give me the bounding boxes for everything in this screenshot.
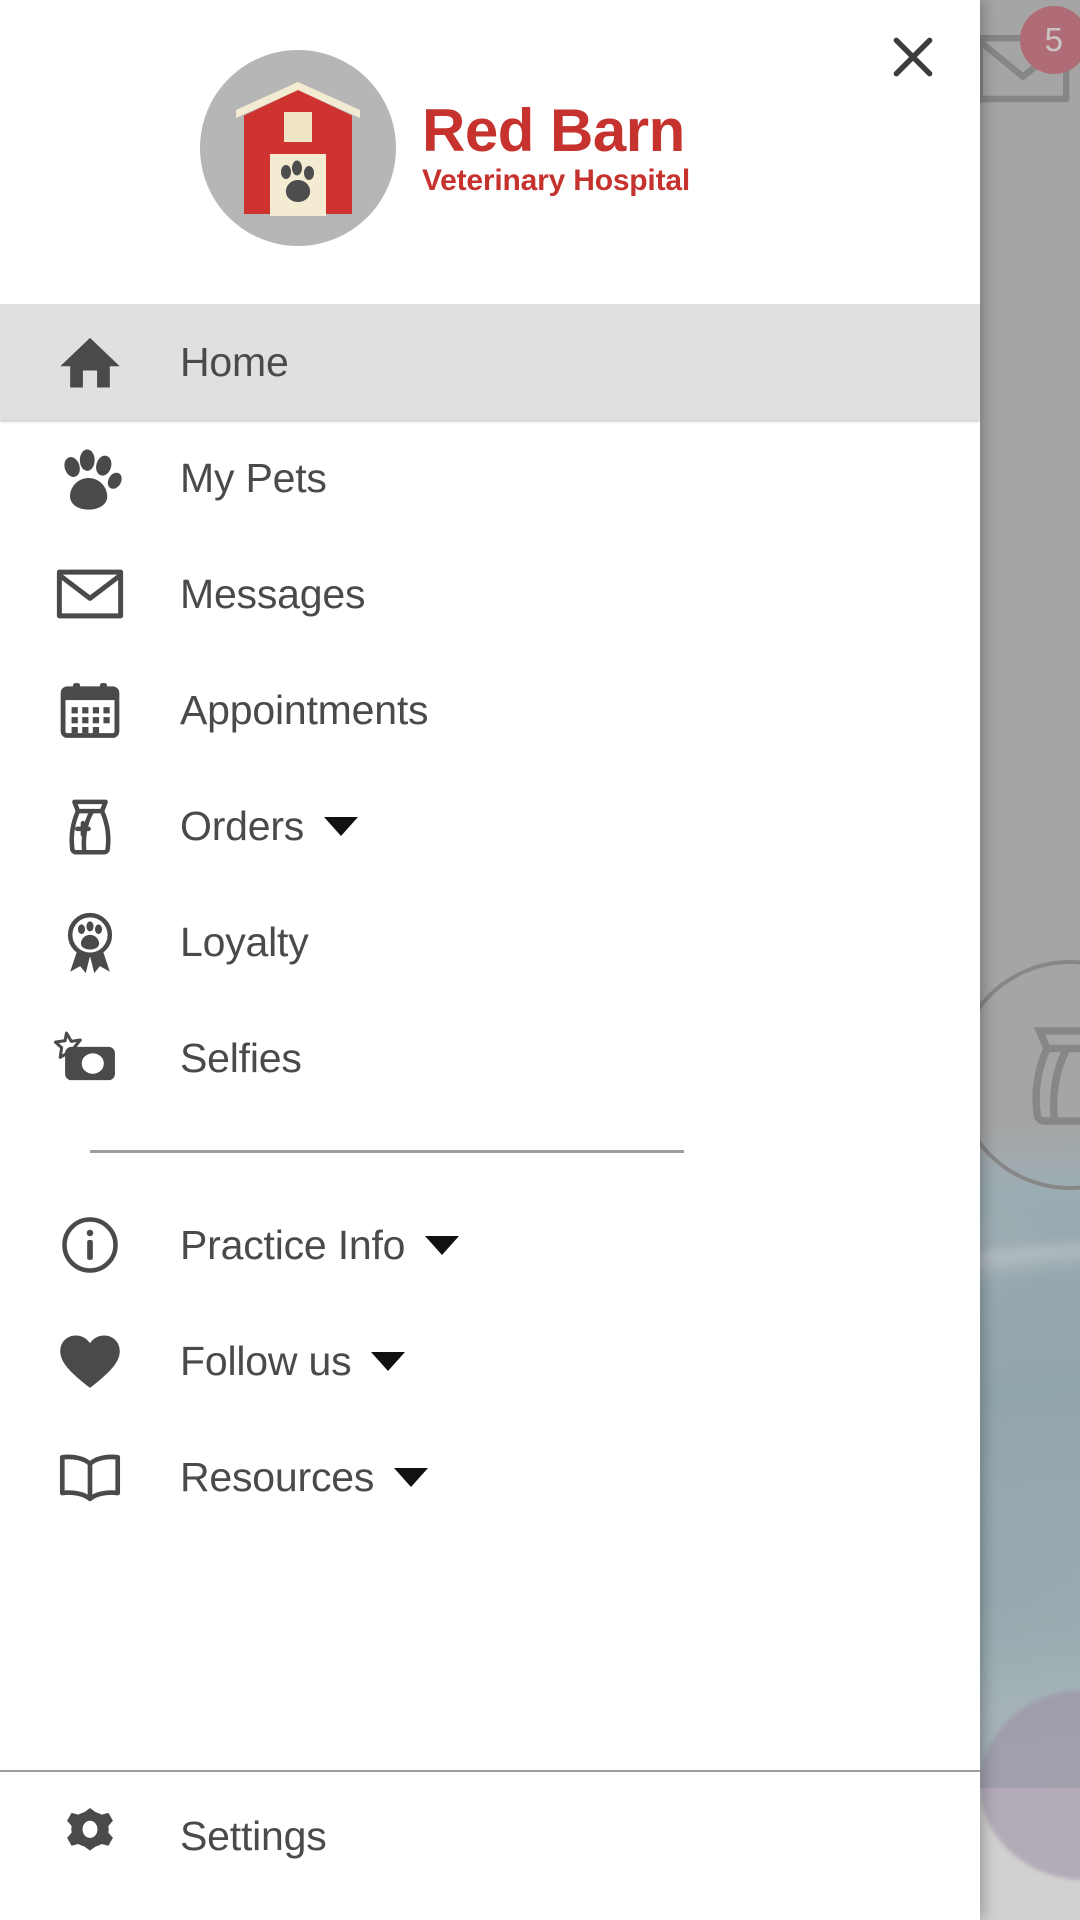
menu-item-practice-info[interactable]: Practice Info <box>0 1187 980 1303</box>
menu-item-label: Appointments <box>180 686 429 733</box>
drawer-header: Red Barn Veterinary Hospital <box>0 0 980 304</box>
camera-star-icon <box>0 1022 180 1094</box>
brand-text: Red Barn Veterinary Hospital <box>422 99 690 197</box>
home-glyph <box>60 337 120 388</box>
menu-item-label: Settings <box>180 1812 327 1859</box>
menu-item-home[interactable]: Home <box>0 304 980 420</box>
paw-glyph <box>64 449 122 510</box>
gear-icon <box>0 1804 180 1868</box>
brand-subtitle: Veterinary Hospital <box>422 164 690 197</box>
chevron-down-icon[interactable] <box>324 816 359 836</box>
envelope-icon <box>0 559 180 629</box>
menu-item-label: Practice Info <box>180 1221 406 1268</box>
camera-star-glyph <box>54 1031 115 1081</box>
paw-icon <box>0 445 180 511</box>
close-glyph <box>893 37 933 77</box>
menu-item-appointments[interactable]: Appointments <box>0 652 980 768</box>
award-paw-glyph <box>67 912 113 974</box>
menu-item-label: My Pets <box>180 454 327 501</box>
drawer-menu: Home My Pets Messages Appointments Order… <box>0 304 980 1770</box>
barn-window <box>284 112 312 142</box>
close-icon[interactable] <box>874 18 952 96</box>
menu-item-resources[interactable]: Resources <box>0 1419 980 1535</box>
navigation-drawer: Red Barn Veterinary Hospital Home My Pet… <box>0 0 980 1920</box>
chevron-down-icon[interactable] <box>425 1235 460 1255</box>
drawer-footer: Settings <box>0 1770 980 1920</box>
menu-item-messages[interactable]: Messages <box>0 536 980 652</box>
menu-item-follow-us[interactable]: Follow us <box>0 1303 980 1419</box>
calendar-icon <box>0 676 180 744</box>
envelope-glyph <box>56 569 124 619</box>
menu-item-label: Loyalty <box>180 918 309 965</box>
heart-glyph <box>60 1335 120 1388</box>
menu-section-divider <box>90 1150 684 1153</box>
paw-print-icon <box>281 160 314 202</box>
menu-item-label: Home <box>180 338 289 385</box>
heart-icon <box>0 1327 180 1395</box>
info-circle-icon <box>0 1211 180 1279</box>
open-book-icon <box>0 1442 180 1512</box>
calendar-glyph <box>60 683 120 738</box>
menu-item-orders[interactable]: Orders <box>0 768 980 884</box>
menu-item-label: Messages <box>180 570 366 617</box>
menu-item-label: Resources <box>180 1453 375 1500</box>
chevron-down-icon[interactable] <box>371 1351 406 1371</box>
menu-item-label: Follow us <box>180 1337 352 1384</box>
menu-item-selfies[interactable]: Selfies <box>0 1000 980 1116</box>
home-icon <box>0 328 180 396</box>
menu-item-label: Selfies <box>180 1034 302 1081</box>
gear-glyph <box>67 1808 113 1851</box>
red-barn-logo-icon <box>200 50 396 246</box>
menu-item-settings[interactable]: Settings <box>0 1778 980 1894</box>
chevron-down-icon[interactable] <box>394 1467 429 1487</box>
info-circle-glyph <box>62 1217 118 1273</box>
drawer-scrim-overlay[interactable] <box>980 0 1080 1920</box>
menu-item-loyalty[interactable]: Loyalty <box>0 884 980 1000</box>
open-book-glyph <box>59 1454 121 1502</box>
menu-item-label: Orders <box>180 802 305 849</box>
menu-item-my-pets[interactable]: My Pets <box>0 420 980 536</box>
food-bag-icon <box>0 792 180 860</box>
brand-logo-group: Red Barn Veterinary Hospital <box>200 50 690 246</box>
food-bag-glyph <box>69 799 111 855</box>
brand-title: Red Barn <box>422 97 685 164</box>
award-paw-icon <box>0 908 180 976</box>
